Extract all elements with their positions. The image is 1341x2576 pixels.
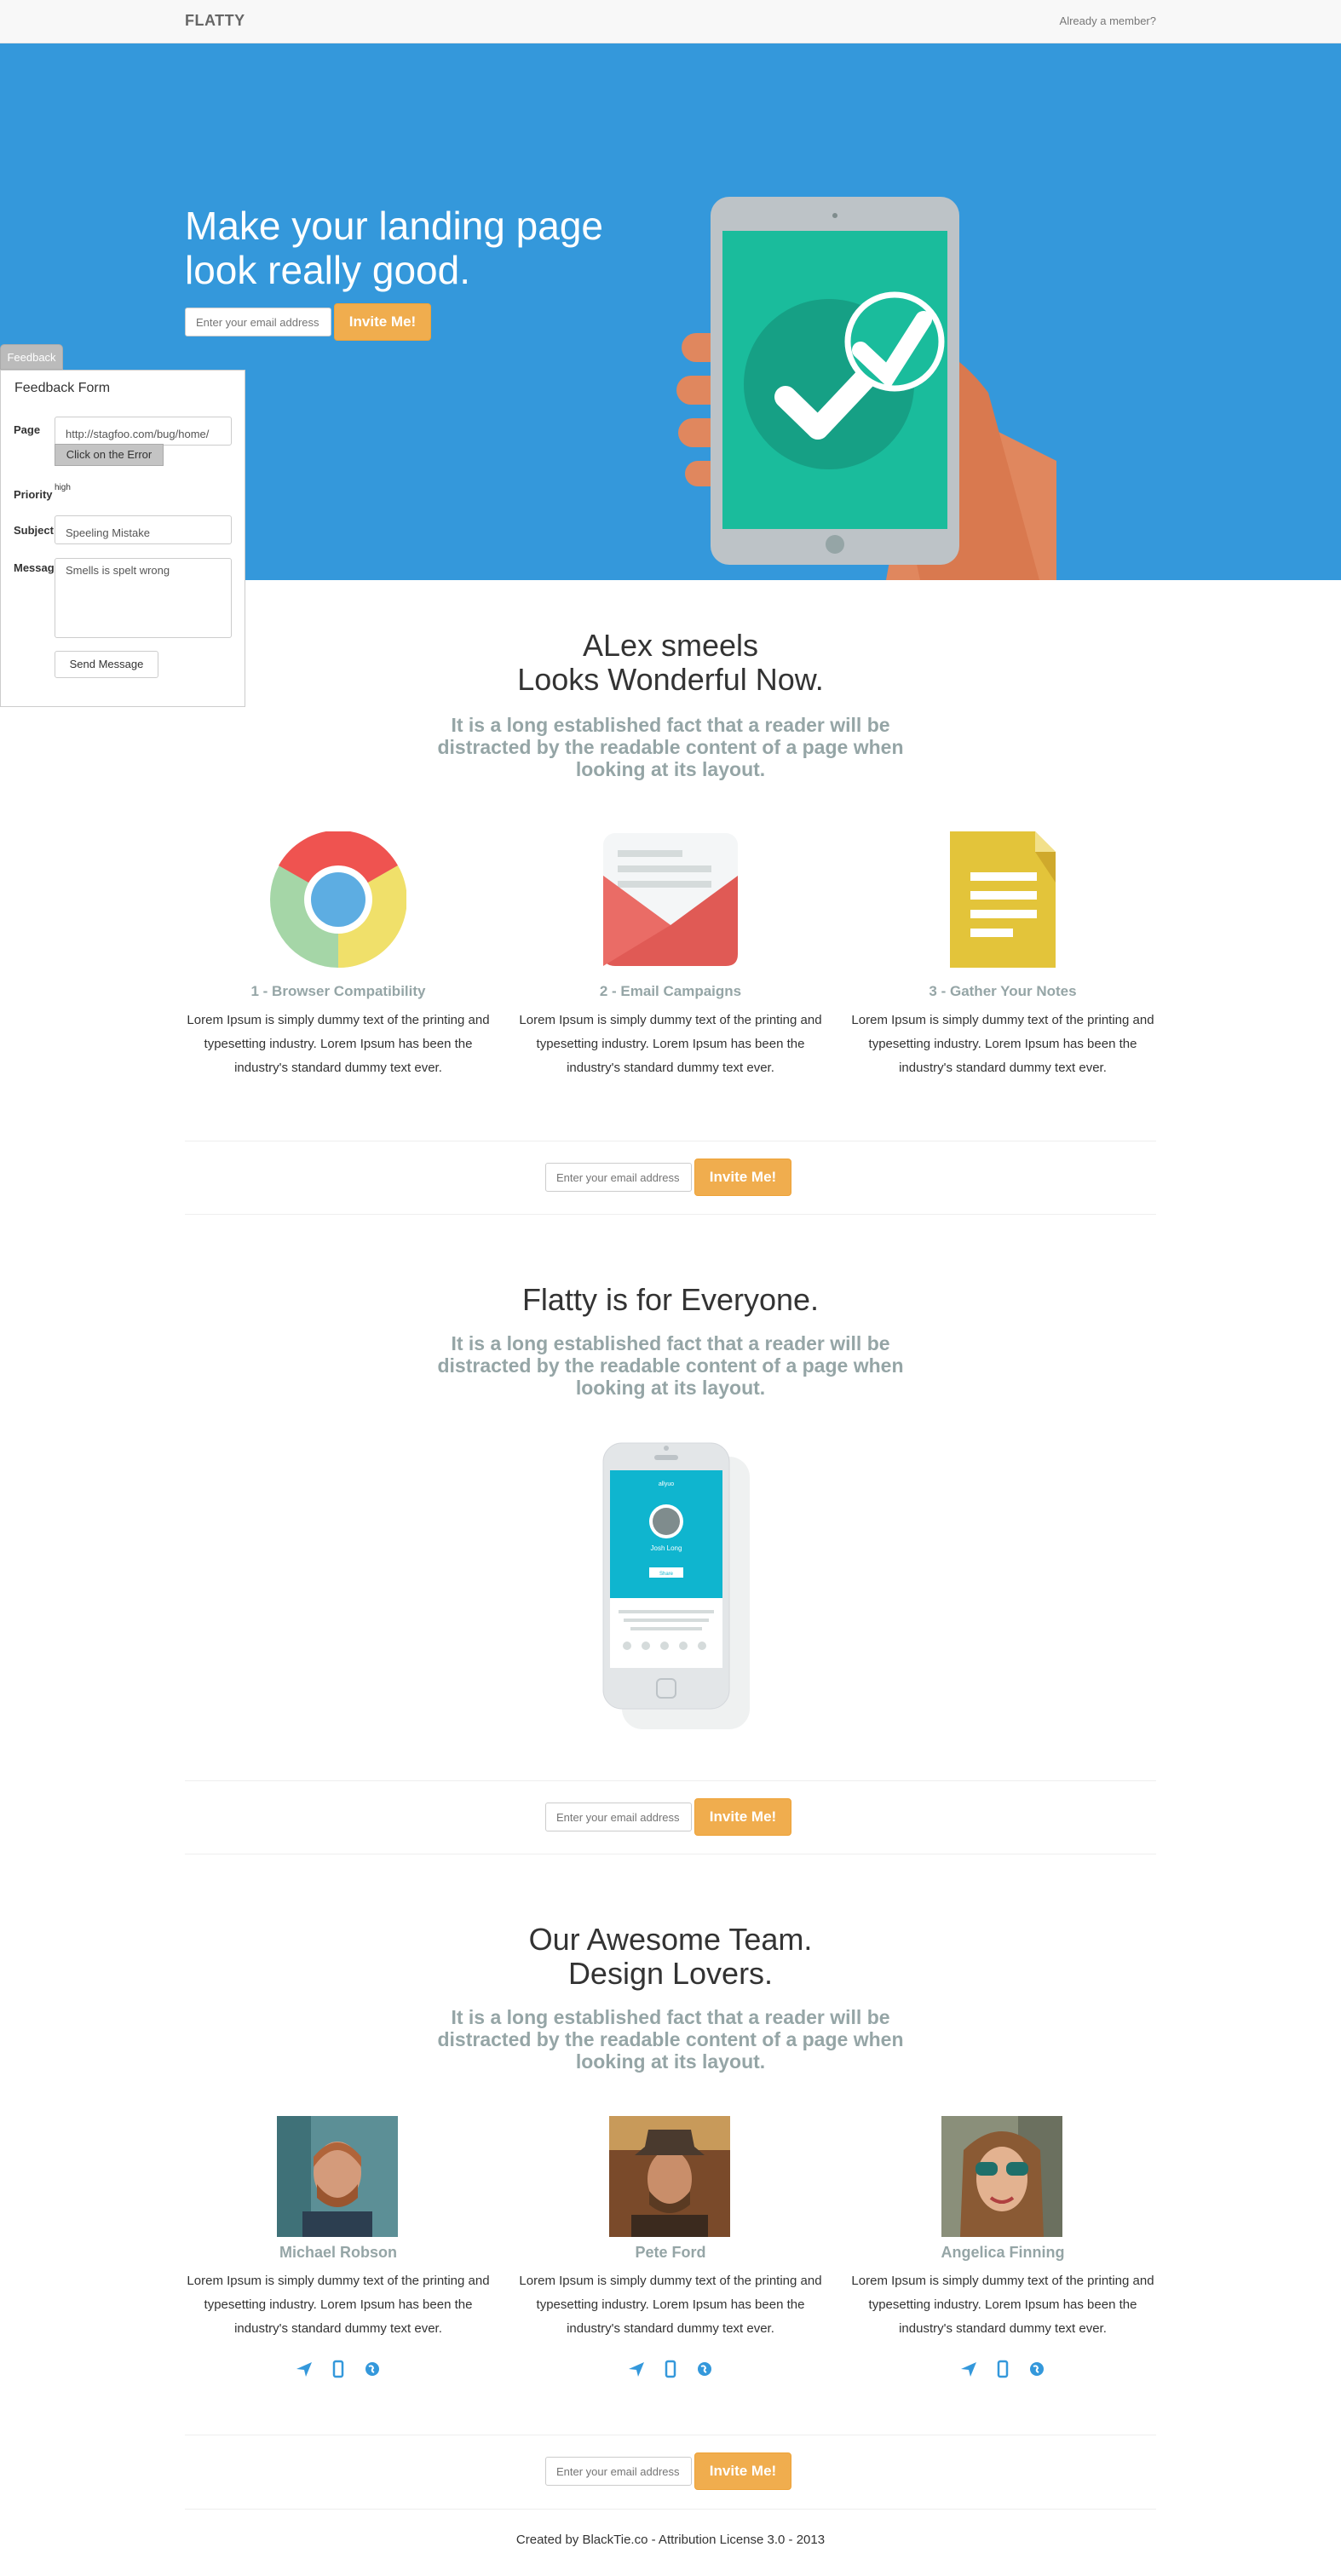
message-label: Message (14, 561, 55, 574)
avatar (609, 2116, 730, 2237)
send-icon[interactable] (295, 2360, 314, 2378)
click-on-error-button[interactable]: Click on the Error (55, 444, 164, 466)
mobile-icon[interactable] (661, 2360, 680, 2378)
page-url-field[interactable]: http://stagfoo.com/bug/home/ (55, 417, 232, 446)
feedback-form-title: Feedback Form (14, 381, 111, 395)
invite-button[interactable]: Invite Me! (694, 2452, 791, 2490)
send-icon[interactable] (959, 2360, 978, 2378)
send-icon[interactable] (627, 2360, 646, 2378)
globe-icon[interactable] (1027, 2360, 1046, 2378)
smartphone-illustration: allyuo Josh Long Share (602, 1442, 750, 1729)
feature-title: 3 - Gather Your Notes (929, 983, 1077, 999)
intro-title-line1: ALex smeels (582, 628, 759, 663)
team-member-bio: Lorem Ipsum is simply dummy text of the … (519, 2274, 822, 2336)
feature-text: Lorem Ipsum is simply dummy text of the … (851, 1013, 1154, 1075)
everyone-title: Flatty is for Everyone. (521, 1282, 820, 1317)
invite-button[interactable]: Invite Me! (694, 1798, 791, 1836)
priority-label: Priority (14, 488, 53, 501)
footer-credits: Created by BlackTie.co - Attribution Lic… (515, 2533, 826, 2547)
invite-form-3: Invite Me! (545, 2452, 791, 2490)
email-input[interactable] (545, 1803, 692, 1831)
envelope-icon (603, 833, 738, 966)
invite-button[interactable]: Invite Me! (694, 1159, 791, 1196)
hero-invite-form: Invite Me! (185, 303, 431, 341)
phone-user-name: Josh Long (651, 1544, 682, 1552)
divider (185, 1780, 1156, 1781)
feature-title: 2 - Email Campaigns (599, 983, 742, 999)
divider (185, 2509, 1156, 2510)
already-member-link[interactable]: Already a member? (1060, 14, 1156, 27)
team-member-name: Michael Robson (279, 2244, 397, 2261)
intro-title-line2: Looks Wonderful Now. (517, 662, 824, 697)
globe-icon[interactable] (695, 2360, 714, 2378)
team-member-bio: Lorem Ipsum is simply dummy text of the … (851, 2274, 1154, 2336)
phone-app-name: allyuo (659, 1481, 674, 1487)
hero-email-input[interactable] (185, 308, 331, 336)
mobile-icon[interactable] (329, 2360, 348, 2378)
team-subtitle: It is a long established fact that a rea… (437, 2006, 904, 2073)
avatar (277, 2116, 398, 2237)
invite-form-1: Invite Me! (545, 1159, 791, 1196)
message-field[interactable]: Smells is spelt wrong (55, 558, 232, 638)
globe-icon[interactable] (363, 2360, 382, 2378)
notes-document-icon (950, 831, 1056, 968)
team-title-line1: Our Awesome Team. (528, 1922, 813, 1957)
chrome-browser-icon (270, 831, 406, 968)
navbar: FLATTY Already a member? (0, 0, 1341, 43)
divider (185, 1214, 1156, 1215)
phone-share-button: Share (659, 1572, 674, 1577)
email-input[interactable] (545, 1163, 692, 1192)
tablet-checkmark-hand-illustration (676, 197, 1056, 580)
team-member-name: Pete Ford (635, 2244, 706, 2261)
feature-text: Lorem Ipsum is simply dummy text of the … (519, 1013, 822, 1075)
page-label: Page (14, 423, 41, 436)
mobile-icon[interactable] (993, 2360, 1012, 2378)
hero-invite-button[interactable]: Invite Me! (334, 303, 431, 341)
feature-title: 1 - Browser Compatibility (250, 983, 426, 999)
avatar (941, 2116, 1062, 2237)
everyone-subtitle: It is a long established fact that a rea… (437, 1332, 904, 1399)
intro-subtitle: It is a long established fact that a rea… (437, 714, 904, 780)
team-member-name: Angelica Finning (941, 2244, 1065, 2261)
team-social-icons (513, 2360, 828, 2383)
team-member-bio: Lorem Ipsum is simply dummy text of the … (187, 2274, 490, 2336)
team-social-icons (181, 2360, 496, 2383)
feedback-tab[interactable]: Feedback (0, 344, 63, 370)
email-input[interactable] (545, 2457, 692, 2486)
team-social-icons (845, 2360, 1160, 2383)
priority-value[interactable]: high (55, 483, 71, 492)
feature-text: Lorem Ipsum is simply dummy text of the … (187, 1013, 490, 1075)
subject-field[interactable]: Speeling Mistake (55, 515, 232, 544)
brand-logo[interactable]: FLATTY (185, 12, 245, 30)
invite-form-2: Invite Me! (545, 1798, 791, 1836)
hero-title: Make your landing page look really good. (185, 204, 603, 292)
subject-label: Subject (14, 524, 54, 537)
team-title-line2: Design Lovers. (567, 1956, 774, 1991)
